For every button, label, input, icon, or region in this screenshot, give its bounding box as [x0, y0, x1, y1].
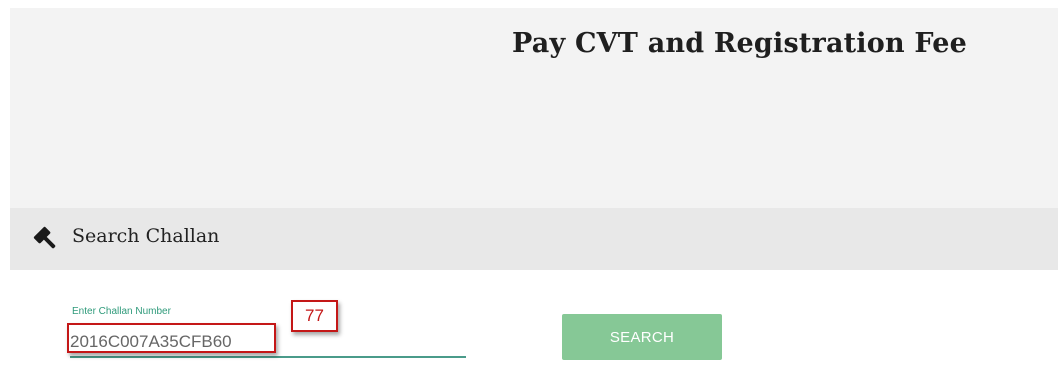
gavel-icon [32, 225, 60, 253]
section-title: Search Challan [72, 225, 220, 247]
page-title: Pay CVT and Registration Fee [512, 28, 968, 59]
search-button[interactable]: SEARCH [562, 314, 722, 360]
section-header: Search Challan [10, 208, 1058, 270]
challan-number-input[interactable] [70, 322, 466, 358]
page-header: Pay CVT and Registration Fee [10, 8, 1058, 208]
search-form: Enter Challan Number 77 SEARCH [10, 270, 1058, 381]
challan-number-label: Enter Challan Number [72, 306, 171, 317]
annotation-badge: 77 [291, 300, 338, 332]
